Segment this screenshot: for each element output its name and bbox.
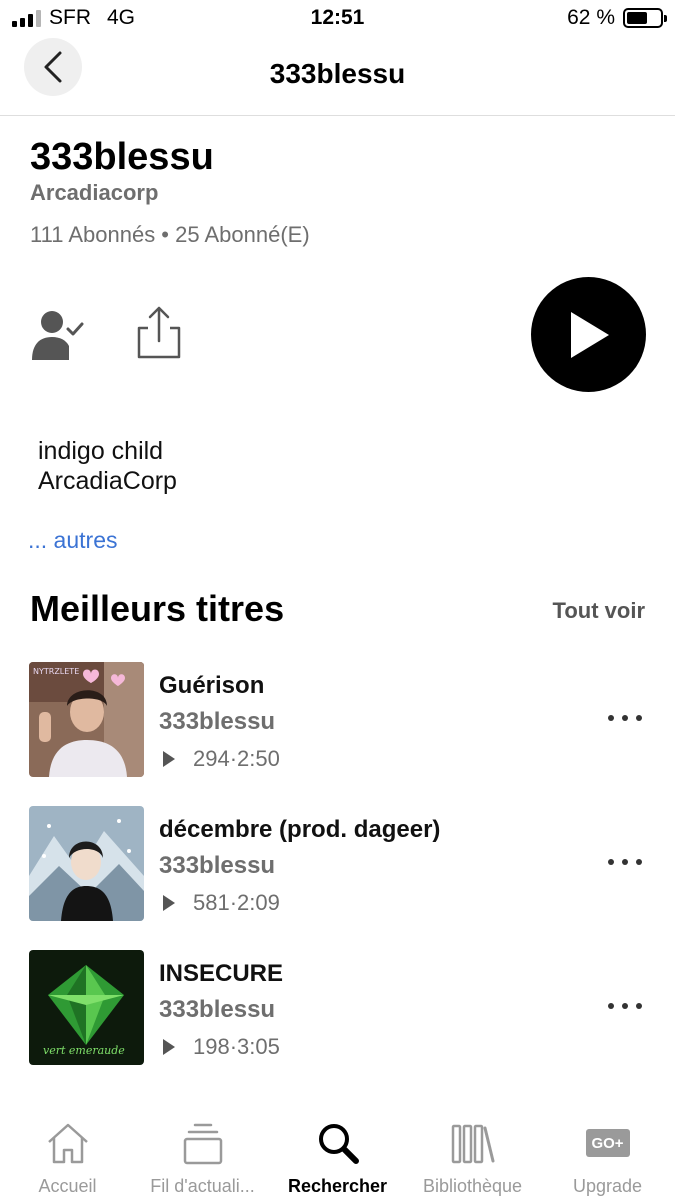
nav-item-feed[interactable]: Fil d'actuali... (135, 1112, 270, 1200)
track-stats-separator: · (229, 746, 238, 771)
track-duration: 2:09 (237, 890, 280, 915)
track-stats-separator: · (229, 1034, 238, 1059)
library-icon-svg (451, 1124, 494, 1164)
track-artwork: NYTRZLETE (29, 662, 144, 777)
track-artwork: vert emeraude (29, 950, 144, 1065)
track-artist: 333blessu (159, 852, 276, 879)
see-all-link[interactable]: Tout voir (553, 598, 645, 624)
track-artwork-1-svg: NYTRZLETE (29, 662, 144, 777)
bio-line-1: indigo child (38, 437, 164, 465)
nav-label: Rechercher (287, 1176, 388, 1196)
library-icon (449, 1120, 497, 1166)
track-plays: 581 (193, 890, 230, 915)
svg-text:NYTRZLETE: NYTRZLETE (33, 667, 79, 676)
track-row[interactable]: vert emeraude INSECURE 333blessu 198 · 3… (0, 950, 675, 1066)
more-options-icon[interactable] (608, 994, 642, 1018)
artist-bio: indigo child ArcadiaCorp (38, 436, 177, 496)
app-header: 333blessu (0, 38, 675, 116)
battery-fill (627, 12, 647, 24)
more-options-icon[interactable] (608, 706, 642, 730)
track-plays: 198 (193, 1034, 230, 1059)
artist-subtitle: Arcadiacorp (30, 180, 159, 205)
more-link[interactable]: ... autres (28, 527, 117, 554)
nav-label: Bibliothèque (422, 1176, 523, 1196)
page-title: 333blessu (269, 58, 406, 89)
nav-item-library[interactable]: Bibliothèque (405, 1112, 540, 1200)
track-duration: 2:50 (237, 746, 280, 771)
track-stats-separator: · (229, 890, 238, 915)
track-row[interactable]: décembre (prod. dageer) 333blessu 581 · … (0, 806, 675, 922)
home-icon-svg (47, 1123, 88, 1164)
play-button[interactable] (531, 277, 646, 392)
track-title: décembre (prod. dageer) (159, 816, 441, 843)
nav-item-home[interactable]: Accueil (0, 1112, 135, 1200)
home-icon (44, 1120, 92, 1166)
bio-line-2: ArcadiaCorp (38, 467, 177, 495)
play-count-icon (163, 1039, 175, 1055)
nav-item-search[interactable]: Rechercher (270, 1112, 405, 1200)
play-icon (570, 311, 609, 358)
share-icon[interactable] (134, 306, 184, 362)
track-title: INSECURE (159, 960, 284, 987)
track-stats: 198 · 3:05 (163, 1034, 280, 1060)
track-stats: 581 · 2:09 (163, 890, 280, 916)
svg-text:vert emeraude: vert emeraude (43, 1044, 125, 1057)
share-icon-svg (137, 306, 181, 359)
go-plus-icon: GO+ (584, 1120, 632, 1166)
track-title: Guérison (159, 672, 265, 699)
follower-counts[interactable]: 111 Abonnés • 25 Abonné(E) (30, 222, 310, 248)
play-count-icon (163, 895, 175, 911)
track-artwork-2-svg (29, 806, 144, 921)
nav-label: Upgrade (572, 1176, 643, 1196)
track-artist: 333blessu (159, 996, 276, 1023)
track-artist: 333blessu (159, 708, 276, 735)
go-plus-badge: GO+ (585, 1129, 630, 1157)
following-icon[interactable] (30, 306, 86, 362)
artist-name: 333blessu (30, 136, 214, 178)
track-plays: 294 (193, 746, 230, 771)
search-icon-svg (318, 1124, 359, 1164)
feed-icon (179, 1120, 227, 1166)
track-duration: 3:05 (237, 1034, 280, 1059)
play-count-icon (163, 751, 175, 767)
battery-percent: 62 % (567, 6, 615, 29)
search-icon (314, 1120, 362, 1166)
feed-icon-svg (183, 1123, 222, 1165)
bottom-nav: Accueil Fil d'actuali... Rechercher Bibl… (0, 1112, 675, 1200)
nav-item-upgrade[interactable]: GO+ Upgrade (540, 1112, 675, 1200)
status-bar: SFR 4G 12:51 62 % (0, 0, 675, 38)
battery-icon (623, 8, 667, 28)
nav-label: Accueil (38, 1176, 97, 1196)
status-bar-right: 62 % (567, 6, 667, 30)
track-artwork (29, 806, 144, 921)
track-artwork-3-svg: vert emeraude (29, 950, 144, 1065)
nav-label: Fil d'actuali... (150, 1176, 255, 1196)
following-icon-svg (32, 311, 84, 360)
section-title-top-tracks: Meilleurs titres (30, 588, 285, 629)
more-options-icon[interactable] (608, 850, 642, 874)
track-stats: 294 · 2:50 (163, 746, 280, 772)
track-row[interactable]: NYTRZLETE Guérison 333blessu 294 · 2:50 (0, 662, 675, 778)
